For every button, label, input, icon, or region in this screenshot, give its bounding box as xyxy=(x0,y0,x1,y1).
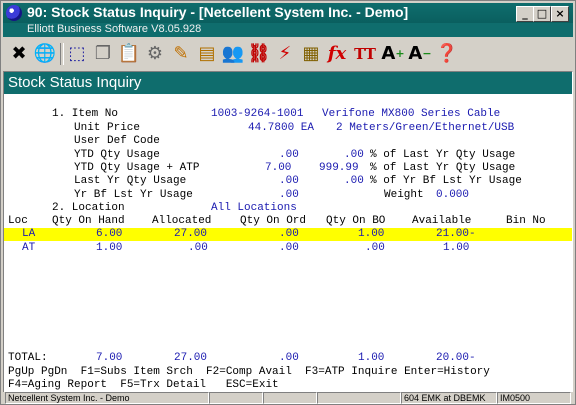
ytd-qty-usage-pct: .00 xyxy=(344,149,364,161)
row-available: 1.00 xyxy=(443,242,470,254)
users-icon[interactable]: 👥 xyxy=(221,42,245,66)
ytd-qty-usage-pct-label: % of Last Yr Qty Usage xyxy=(370,149,516,161)
app-version: Elliott Business Software V8.05.928 xyxy=(27,23,202,35)
total-allocated: 27.00 xyxy=(174,352,208,364)
title-bar: 90: Stock Status Inquiry - [Netcellent S… xyxy=(3,3,573,23)
item-no-label: 1. Item No xyxy=(52,108,119,120)
unit-price-label: Unit Price xyxy=(74,122,141,134)
copy-icon[interactable]: ❐ xyxy=(91,42,115,66)
help-line-2: F4=Aging Report F5=Trx Detail ESC=Exit xyxy=(8,379,279,391)
window-title: 90: Stock Status Inquiry - [Netcellent S… xyxy=(27,4,409,20)
close-button[interactable]: × xyxy=(551,6,569,22)
row-on-hand: 1.00 xyxy=(96,242,123,254)
ytd-qty-usage-label: YTD Qty Usage xyxy=(74,149,160,161)
yr-bf-usage-label: Yr Bf Lst Yr Usage xyxy=(74,189,193,201)
row-available: 21.00- xyxy=(436,228,476,240)
exit-icon[interactable]: ✖ xyxy=(7,42,31,66)
globe-icon[interactable]: 🌐 xyxy=(33,42,57,66)
screen-title: Stock Status Inquiry xyxy=(4,72,572,94)
link-icon[interactable]: ⛓ xyxy=(247,42,271,66)
row-on-hand: 6.00 xyxy=(96,228,123,240)
ytd-qty-usage-value: .00 xyxy=(279,149,299,161)
col-allocated: Allocated xyxy=(152,215,212,227)
ytd-atp-pct: 999.99 xyxy=(319,162,359,174)
col-loc: Loc xyxy=(8,215,28,227)
toolbar-separator xyxy=(60,43,64,65)
col-bin-no: Bin No xyxy=(506,215,546,227)
notes-icon[interactable]: ▤ xyxy=(195,42,219,66)
status-program: IM0500 xyxy=(497,392,571,404)
row-on-bo: 1.00 xyxy=(358,228,385,240)
row-on-ord: .00 xyxy=(279,228,299,240)
col-qty-on-hand: Qty On Hand xyxy=(52,215,125,227)
item-description-2: 2 Meters/Green/Ethernet/USB xyxy=(336,122,515,134)
weight-value: 0.000 xyxy=(436,189,470,201)
col-qty-on-ord: Qty On Ord xyxy=(240,215,307,227)
total-on-bo: 1.00 xyxy=(358,352,385,364)
weight-label: Weight xyxy=(384,189,424,201)
last-yr-usage-pct-label: % of Yr Bf Lst Yr Usage xyxy=(370,175,522,187)
row-allocated: 27.00 xyxy=(174,228,208,240)
total-label: TOTAL: xyxy=(8,352,48,364)
row-on-bo: .00 xyxy=(365,242,385,254)
app-icon[interactable] xyxy=(6,5,22,21)
maximize-button[interactable]: □ xyxy=(533,6,551,22)
item-description-1: Verifone MX800 Series Cable xyxy=(322,108,501,120)
subtitle-bar: Elliott Business Software V8.05.928 xyxy=(3,23,573,37)
status-user: 604 EMK at DBEMK xyxy=(401,392,497,404)
paste-icon[interactable]: 📋 xyxy=(117,42,141,66)
minimize-button[interactable]: _ xyxy=(516,6,534,22)
last-yr-usage-pct: .00 xyxy=(344,175,364,187)
last-yr-usage-value: .00 xyxy=(279,175,299,187)
col-available: Available xyxy=(412,215,472,227)
row-on-ord: .00 xyxy=(279,242,299,254)
toolbar: ✖ 🌐 ⬚ ❐ 📋 ⚙ ✎ ▤ 👥 ⛓ ⚡ ▦ fx TT A+ A− ❓ xyxy=(3,39,573,71)
font-size-icon[interactable]: TT xyxy=(353,42,377,66)
status-company: Netcellent System Inc. - Demo xyxy=(5,392,209,404)
location-label: 2. Location xyxy=(52,202,125,214)
font-increase-icon[interactable]: A+ xyxy=(381,42,405,66)
status-panel xyxy=(263,392,317,404)
last-yr-usage-label: Last Yr Qty Usage xyxy=(74,175,187,187)
total-on-hand: 7.00 xyxy=(96,352,123,364)
total-available: 20.00- xyxy=(436,352,476,364)
calendar-icon[interactable]: ▦ xyxy=(299,42,323,66)
item-no-value[interactable]: 1003-9264-1001 xyxy=(211,108,303,121)
ytd-atp-pct-label: % of Last Yr Qty Usage xyxy=(370,162,516,174)
row-loc[interactable]: AT xyxy=(22,242,35,255)
select-icon[interactable]: ⬚ xyxy=(65,42,89,66)
inquiry-screen: Stock Status Inquiry 1. Item No 1003-926… xyxy=(3,71,573,394)
ytd-atp-label: YTD Qty Usage + ATP xyxy=(74,162,200,174)
location-value[interactable]: All Locations xyxy=(211,202,297,215)
row-loc: LA xyxy=(22,228,36,240)
font-decrease-icon[interactable]: A− xyxy=(408,42,432,66)
ytd-atp-value: 7.00 xyxy=(265,162,292,174)
row-allocated: .00 xyxy=(188,242,208,254)
unit-price-value: 44.7800 EA xyxy=(248,122,315,134)
status-bar: Netcellent System Inc. - Demo 604 EMK at… xyxy=(3,392,573,404)
status-panel xyxy=(317,392,401,404)
help-line-1: PgUp PgDn F1=Subs Item Srch F2=Comp Avai… xyxy=(8,366,490,378)
settings-icon[interactable]: ⚙ xyxy=(143,42,167,66)
app-window: 90: Stock Status Inquiry - [Netcellent S… xyxy=(0,0,576,405)
edit-icon[interactable]: ✎ xyxy=(169,42,193,66)
help-icon[interactable]: ❓ xyxy=(435,42,459,66)
fx-icon[interactable]: fx xyxy=(325,42,349,66)
user-def-code-label: User Def Code xyxy=(74,135,160,147)
col-qty-on-bo: Qty On BO xyxy=(326,215,386,227)
total-on-ord: .00 xyxy=(279,352,299,364)
lightning-icon[interactable]: ⚡ xyxy=(273,42,297,66)
yr-bf-usage-value: .00 xyxy=(279,189,299,201)
status-panel xyxy=(209,392,263,404)
